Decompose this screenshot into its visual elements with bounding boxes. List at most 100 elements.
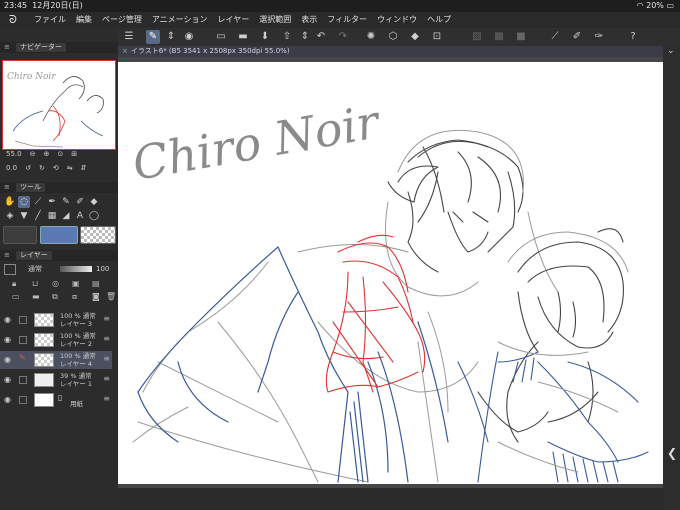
gradient-icon[interactable]: ▦ (46, 210, 58, 222)
balloon-icon[interactable]: ◯ (88, 210, 100, 222)
actual-size-icon[interactable]: ⊞ (71, 148, 77, 160)
duplicate-layer-icon[interactable]: ⧉ (52, 292, 58, 302)
layer-menu-icon[interactable]: ≡ (103, 395, 110, 403)
canvas-area[interactable]: Chiro Noir (118, 57, 663, 488)
tool-tab[interactable]: ツール (16, 183, 45, 192)
lasso-icon[interactable]: ◌ (18, 196, 30, 208)
rotation-value[interactable]: 0.0 (6, 162, 17, 174)
invert-selection-icon[interactable]: ▩ (492, 30, 506, 44)
text-icon[interactable]: A (74, 210, 86, 222)
line-icon[interactable]: ╱ (32, 210, 44, 222)
ruler-icon[interactable]: ⟋ (548, 30, 562, 44)
reset-rotation-icon[interactable]: ⟲ (53, 162, 59, 174)
layer-color-icon[interactable] (4, 264, 16, 275)
eraser-icon[interactable]: ◆ (88, 196, 100, 208)
flip-h-icon[interactable]: ⇋ (67, 162, 73, 174)
layer-tab[interactable]: レイヤー (16, 251, 52, 260)
navigator-preview[interactable]: Chiro Noir (2, 60, 116, 150)
undo-icon[interactable]: ↶ (314, 30, 328, 44)
menu-file[interactable]: ファイル (34, 12, 66, 28)
new-document-icon[interactable]: ▭ (214, 30, 228, 44)
clip-icon[interactable]: ⊔ (32, 279, 38, 288)
opacity-value[interactable]: 100 (96, 263, 109, 275)
eye-icon[interactable]: ◉ (4, 356, 11, 364)
shape-icon[interactable]: ◢ (60, 210, 72, 222)
layer-lock-box[interactable] (19, 316, 27, 324)
menu-selection[interactable]: 選択範囲 (259, 12, 291, 28)
app-logo-icon[interactable]: ᘐ (6, 13, 20, 27)
zoom-in-icon[interactable]: ⊕ (43, 148, 49, 160)
drawing-canvas[interactable]: Chiro Noir (118, 62, 663, 484)
layer-lock-box[interactable] (19, 396, 27, 404)
clear-icon[interactable]: ⬡ (386, 30, 400, 44)
up-down-arrow-icon[interactable]: ⇕ (164, 30, 178, 44)
sub-color-swatch[interactable] (3, 226, 37, 244)
layer-lock-box[interactable] (19, 376, 27, 384)
deselect-icon[interactable]: ▨ (470, 30, 484, 44)
reference-icon[interactable]: ◎ (52, 279, 59, 288)
hand-icon[interactable]: ✋ (4, 196, 16, 208)
up-down-arrow-icon[interactable]: ⇕ (298, 30, 312, 44)
lock-icon[interactable]: 🔒︎ (12, 279, 16, 289)
transparent-color-swatch[interactable] (80, 226, 116, 244)
save-icon[interactable]: ⬇ (258, 30, 272, 44)
pencil-icon[interactable]: ✎ (60, 196, 72, 208)
navigator-tab[interactable]: ナビゲーター (16, 43, 66, 52)
edit-mode-icon[interactable]: ✎ (146, 30, 160, 44)
new-folder-icon[interactable]: ▬ (32, 292, 40, 301)
main-color-swatch[interactable] (40, 226, 78, 244)
export-icon[interactable]: ⇧ (280, 30, 294, 44)
pen-settings-icon[interactable]: ✑ (592, 30, 606, 44)
menu-page[interactable]: ページ管理 (102, 12, 142, 28)
help-icon[interactable]: ? (626, 30, 640, 44)
eye-icon[interactable]: ◉ (4, 336, 11, 344)
eyedropper-icon[interactable]: ⟋ (32, 196, 44, 208)
fit-icon[interactable]: ⊙ (57, 148, 63, 160)
menu-view[interactable]: 表示 (301, 12, 317, 28)
mask-icon[interactable]: ▣ (72, 279, 80, 288)
brush-icon[interactable]: ✐ (74, 196, 86, 208)
layer-row[interactable]: ◉ 100 % 通常 レイヤー 2 ≡ (0, 331, 112, 349)
eye-icon[interactable]: ◉ (4, 396, 11, 404)
record-icon[interactable]: ◉ (182, 30, 196, 44)
panel-grip-icon[interactable]: ≡ (4, 250, 10, 261)
fill-icon[interactable]: ◈ (4, 210, 16, 222)
layer-row[interactable]: ◉ 100 % 通常 レイヤー 3 ≡ (0, 311, 112, 329)
menu-filter[interactable]: フィルター (327, 12, 367, 28)
menu-layer[interactable]: レイヤー (218, 12, 250, 28)
brush-settings-icon[interactable]: ✐ (570, 30, 584, 44)
panel-grip-icon[interactable]: ≡ (4, 182, 10, 193)
layer-menu-icon[interactable]: ≡ (103, 375, 110, 383)
chevron-down-icon[interactable]: ⌄ (667, 46, 675, 56)
zoom-value[interactable]: 55.0 (6, 148, 22, 160)
layer-row[interactable]: ◉ 39 % 通常 レイヤー 1 ≡ (0, 371, 112, 389)
redo-icon[interactable]: ↷ (336, 30, 350, 44)
opacity-slider[interactable] (60, 266, 92, 272)
document-tab[interactable]: × イラスト6* (B5 3541 x 2508px 350dpi 55.0%) (118, 46, 663, 57)
menu-icon[interactable]: ☰ (122, 30, 136, 44)
layer-row-selected[interactable]: ◉ ✎ 100 % 通常 レイヤー 4 ≡ (0, 351, 112, 369)
flip-v-icon[interactable]: ⇵ (81, 162, 87, 174)
draft-icon[interactable]: ▤ (92, 279, 100, 288)
menu-help[interactable]: ヘルプ (427, 12, 451, 28)
merge-layer-icon[interactable]: ⧈ (72, 292, 77, 302)
layer-menu-icon[interactable]: ≡ (103, 355, 110, 363)
menu-animation[interactable]: アニメーション (152, 12, 208, 28)
rotate-right-icon[interactable]: ↻ (39, 162, 45, 174)
eye-icon[interactable]: ◉ (4, 316, 11, 324)
blend-mode-select[interactable]: 通常 (28, 263, 42, 275)
layer-row[interactable]: ◉ ▯ 用紙 ≡ (0, 391, 112, 409)
layer-menu-icon[interactable]: ≡ (103, 335, 110, 343)
layer-lock-box[interactable] (19, 336, 27, 344)
loading-icon[interactable]: ✺ (364, 30, 378, 44)
eye-icon[interactable]: ◉ (4, 376, 11, 384)
chevron-left-icon[interactable]: ❮ (667, 446, 677, 460)
layer-menu-icon[interactable]: ≡ (103, 315, 110, 323)
selection-icon[interactable]: ■ (514, 30, 528, 44)
pen-icon[interactable]: ✒ (46, 196, 58, 208)
layer-mask-icon[interactable]: ◙ (92, 292, 100, 301)
fill-bucket-icon[interactable]: ▼ (18, 210, 30, 222)
panel-grip-icon[interactable]: ≡ (4, 42, 10, 53)
menu-window[interactable]: ウィンドウ (377, 12, 417, 28)
zoom-out-icon[interactable]: ⊖ (30, 148, 36, 160)
